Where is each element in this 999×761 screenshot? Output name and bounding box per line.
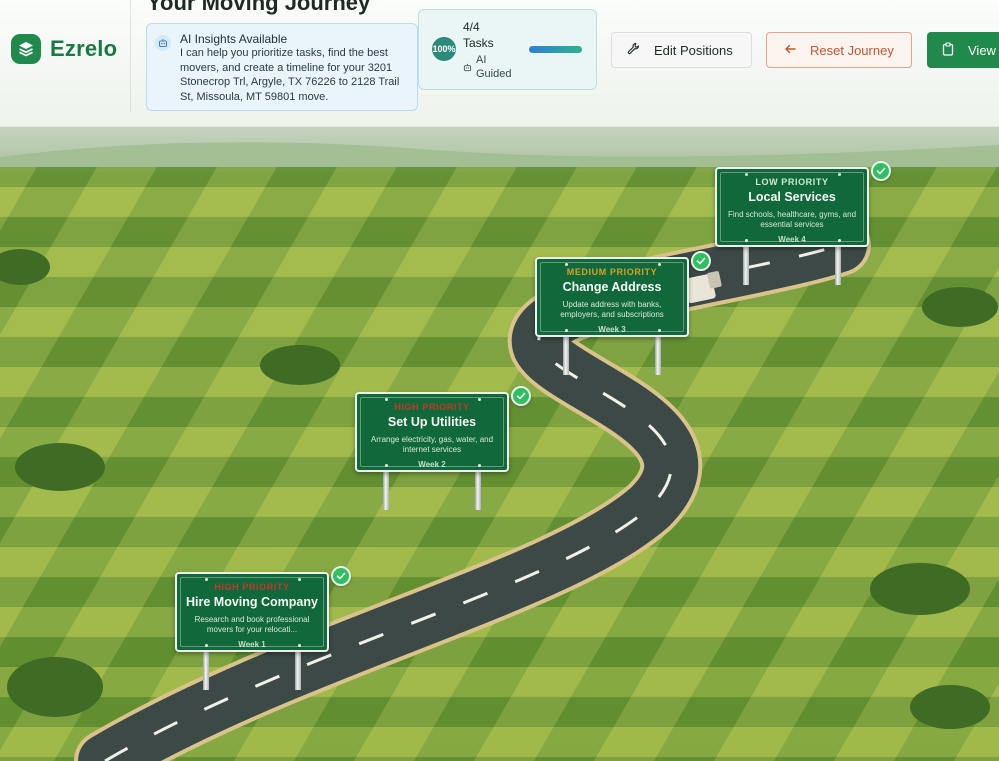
journey-map: HIGH PRIORITY Hire Moving Company Resear… bbox=[0, 127, 999, 761]
task-description: Update address with banks, employers, an… bbox=[560, 300, 664, 319]
task-description: Arrange electricity, gas, water, and int… bbox=[370, 435, 494, 454]
progress-bar bbox=[529, 46, 582, 53]
ai-insights-panel[interactable]: AI Insights Available I can help you pri… bbox=[146, 23, 418, 111]
edit-positions-button[interactable]: Edit Positions bbox=[611, 32, 752, 68]
task-sign-local-services[interactable]: LOW PRIORITY Local Services Find schools… bbox=[715, 161, 891, 285]
completed-check-icon bbox=[331, 566, 351, 586]
sign-post bbox=[295, 650, 301, 690]
task-week: Week 4 bbox=[778, 235, 806, 244]
sign-board: HIGH PRIORITY Set Up Utilities Arrange e… bbox=[355, 392, 509, 472]
task-week: Week 1 bbox=[238, 640, 266, 649]
reset-journey-label: Reset Journey bbox=[810, 42, 894, 58]
task-title: Hire Moving Company bbox=[186, 595, 318, 609]
stack-logo-icon bbox=[11, 34, 41, 64]
ai-insights-title: AI Insights Available bbox=[180, 32, 288, 46]
sign-board: HIGH PRIORITY Hire Moving Company Resear… bbox=[175, 572, 329, 652]
task-sign-hire-moving-company[interactable]: HIGH PRIORITY Hire Moving Company Resear… bbox=[175, 566, 351, 690]
task-description: Find schools, healthcare, gyms, and esse… bbox=[727, 210, 857, 229]
app-header: Ezrelo Your Moving Journey AI Insights A… bbox=[0, 0, 999, 127]
robot-icon bbox=[463, 62, 472, 76]
sign-post bbox=[383, 470, 389, 510]
edit-positions-label: Edit Positions bbox=[654, 42, 733, 58]
wrench-icon bbox=[627, 42, 640, 58]
task-priority: HIGH PRIORITY bbox=[214, 582, 290, 592]
task-sign-change-address[interactable]: MEDIUM PRIORITY Change Address Update ad… bbox=[535, 251, 711, 375]
progress-percent: 100% bbox=[432, 44, 456, 54]
completed-check-icon bbox=[871, 161, 891, 181]
sign-post bbox=[203, 650, 209, 690]
task-title: Local Services bbox=[748, 190, 836, 204]
task-title: Change Address bbox=[562, 280, 662, 294]
tasks-count: 4/4 bbox=[463, 20, 480, 34]
progress-bar-fill bbox=[529, 46, 582, 53]
progress-panel: 100% 4/4 Tasks AI Guided bbox=[418, 9, 597, 90]
view-button[interactable]: View bbox=[927, 32, 999, 68]
header-divider bbox=[130, 0, 131, 112]
ai-guided-label-2: Guided bbox=[476, 68, 512, 80]
brand-name: Ezrelo bbox=[50, 36, 118, 61]
sign-post bbox=[743, 245, 749, 285]
task-priority: HIGH PRIORITY bbox=[394, 402, 470, 412]
sign-board: MEDIUM PRIORITY Change Address Update ad… bbox=[535, 257, 689, 337]
brand[interactable]: Ezrelo bbox=[11, 34, 117, 64]
sign-post bbox=[475, 470, 481, 510]
task-sign-set-up-utilities[interactable]: HIGH PRIORITY Set Up Utilities Arrange e… bbox=[355, 386, 531, 510]
progress-ring: 100% bbox=[432, 37, 456, 61]
arrow-left-icon bbox=[784, 43, 796, 58]
task-title: Set Up Utilities bbox=[387, 415, 477, 429]
task-description: Research and book professional movers fo… bbox=[194, 615, 310, 634]
task-priority: MEDIUM PRIORITY bbox=[566, 267, 658, 277]
tasks-label: Tasks bbox=[463, 36, 494, 50]
reset-journey-button[interactable]: Reset Journey bbox=[766, 32, 912, 68]
robot-icon bbox=[155, 35, 171, 51]
view-label: View bbox=[968, 42, 996, 58]
page-title: Your Moving Journey bbox=[147, 0, 371, 15]
sign-post bbox=[655, 335, 661, 375]
completed-check-icon bbox=[691, 251, 711, 271]
task-priority: LOW PRIORITY bbox=[755, 177, 829, 187]
completed-check-icon bbox=[511, 386, 531, 406]
ai-insights-message: I can help you prioritize tasks, find th… bbox=[180, 47, 400, 103]
sign-post bbox=[563, 335, 569, 375]
sign-post bbox=[835, 245, 841, 285]
ai-guided-label-1: AI bbox=[476, 54, 487, 66]
task-week: Week 3 bbox=[598, 325, 626, 334]
task-week: Week 2 bbox=[418, 460, 446, 469]
sign-board: LOW PRIORITY Local Services Find schools… bbox=[715, 167, 869, 247]
clipboard-icon bbox=[942, 41, 954, 59]
